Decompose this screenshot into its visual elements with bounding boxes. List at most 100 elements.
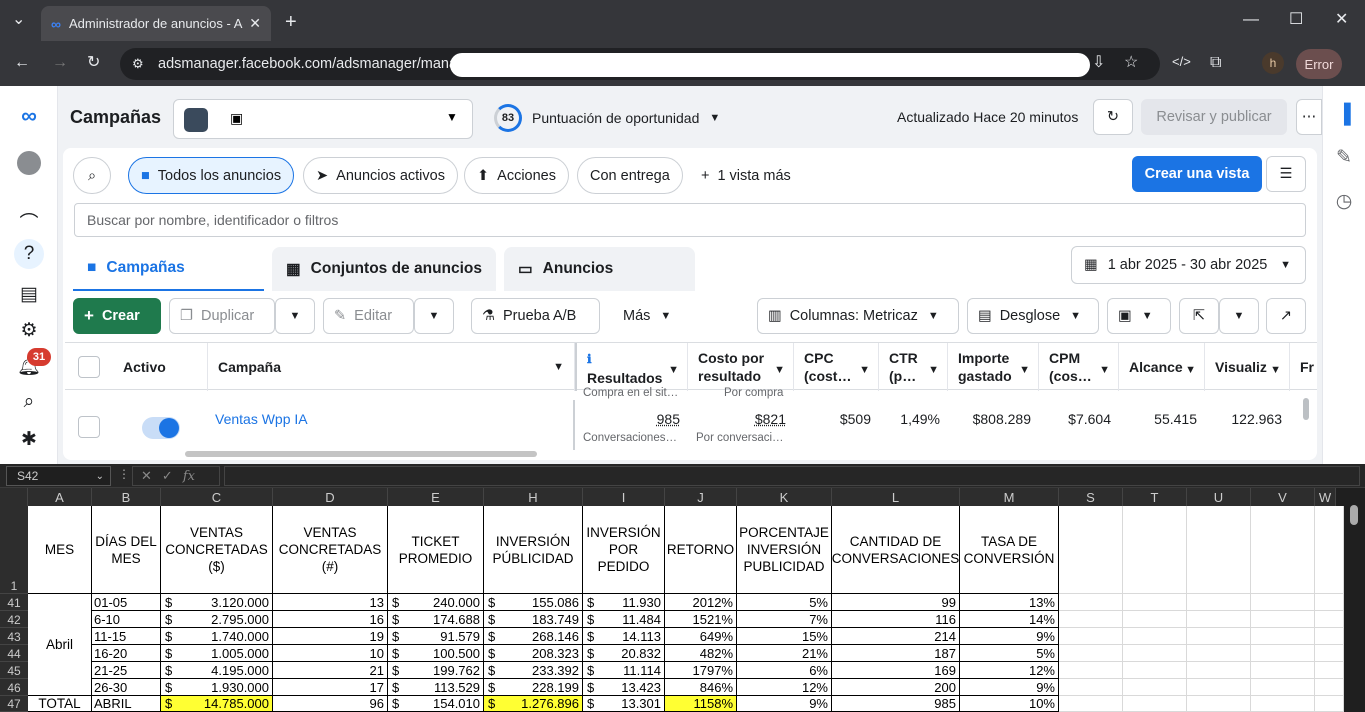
column-header[interactable]: T (1123, 488, 1187, 506)
value-cell[interactable]: $13.301 (583, 696, 665, 712)
empty-cell[interactable] (1059, 594, 1123, 611)
empty-cell[interactable] (1187, 645, 1251, 662)
column-header[interactable]: E (388, 488, 484, 506)
month-cell[interactable]: Abril (28, 594, 92, 696)
col-results[interactable]: Resultados ℹ ▼ (575, 343, 688, 391)
value-cell[interactable]: $113.529 (388, 679, 484, 696)
value-cell[interactable]: $174.688 (388, 611, 484, 628)
value-cell[interactable]: 7% (737, 611, 832, 628)
filter-all-ads[interactable]: ■ Todos los anuncios (128, 157, 295, 194)
period-cell[interactable]: 26-30 (92, 679, 161, 696)
column-header[interactable]: D (273, 488, 388, 506)
meta-logo-icon[interactable]: ∞ (14, 101, 44, 131)
value-cell[interactable]: 15% (737, 628, 832, 645)
table-vertical-scrollbar[interactable] (1303, 398, 1309, 420)
export-dropdown[interactable]: ▼ (1219, 298, 1259, 334)
empty-cell[interactable] (1187, 611, 1251, 628)
empty-cell[interactable] (1187, 594, 1251, 611)
settings-icon[interactable]: ⚙ (14, 315, 44, 345)
value-cell[interactable]: 649% (665, 628, 737, 645)
empty-cell[interactable] (1251, 696, 1315, 712)
back-icon[interactable]: ← (14, 55, 30, 71)
value-cell[interactable]: $11.484 (583, 611, 665, 628)
empty-cell[interactable] (1059, 696, 1123, 712)
value-cell[interactable]: $1.930.000 (161, 679, 273, 696)
empty-cell[interactable] (1315, 506, 1344, 594)
empty-cell[interactable] (1123, 506, 1187, 594)
header-cell[interactable]: RETORNO (665, 506, 737, 594)
close-tab-icon[interactable]: ✕ (249, 15, 261, 32)
install-icon[interactable]: ⇩ (1092, 55, 1105, 71)
empty-cell[interactable] (1059, 611, 1123, 628)
value-cell[interactable]: 200 (832, 679, 960, 696)
empty-cell[interactable] (1123, 662, 1187, 679)
more-views[interactable]: +1 vista más (688, 157, 804, 194)
empty-cell[interactable] (1251, 594, 1315, 611)
empty-cell[interactable] (1315, 594, 1344, 611)
value-cell[interactable]: 10 (273, 645, 388, 662)
col-ctr[interactable]: CTR (p… ▼ (879, 343, 948, 391)
empty-cell[interactable] (1251, 506, 1315, 594)
row-header[interactable]: 46 (0, 679, 28, 696)
maximize-icon[interactable]: ☐ (1289, 12, 1303, 28)
row-checkbox[interactable] (78, 416, 100, 438)
column-header[interactable]: B (92, 488, 161, 506)
filter-actions[interactable]: ⬆ Acciones (464, 157, 569, 194)
extensions-icon[interactable]: ⧉ (1210, 55, 1221, 71)
value-cell[interactable]: 12% (960, 662, 1059, 679)
value-cell[interactable]: $1.005.000 (161, 645, 273, 662)
value-cell[interactable]: $2.795.000 (161, 611, 273, 628)
period-cell[interactable]: 21-25 (92, 662, 161, 679)
total-label-cell[interactable]: TOTAL (28, 696, 92, 712)
chart-view-icon[interactable]: ↗ (1266, 298, 1306, 334)
period-cell[interactable]: 11-15 (92, 628, 161, 645)
empty-cell[interactable] (1123, 594, 1187, 611)
value-cell[interactable]: 13% (960, 594, 1059, 611)
value-cell[interactable]: 214 (832, 628, 960, 645)
help-icon[interactable]: ? (14, 239, 44, 269)
row-header[interactable]: 1 (0, 506, 28, 594)
value-cell[interactable]: 187 (832, 645, 960, 662)
value-cell[interactable]: $268.146 (484, 628, 583, 645)
column-header[interactable]: S (1059, 488, 1123, 506)
col-views[interactable]: Visualiz ▼ (1205, 343, 1290, 391)
value-cell[interactable]: 99 (832, 594, 960, 611)
value-cell[interactable]: $20.832 (583, 645, 665, 662)
history-clock-icon[interactable]: ◷ (1329, 186, 1359, 216)
value-cell[interactable]: 846% (665, 679, 737, 696)
value-cell[interactable]: $14.113 (583, 628, 665, 645)
header-cell[interactable]: DÍAS DEL MES (92, 506, 161, 594)
value-cell[interactable]: 10% (960, 696, 1059, 712)
value-cell[interactable]: $208.323 (484, 645, 583, 662)
col-cost-per-result[interactable]: Costo por resultado ▼ (688, 343, 794, 391)
filter-settings-icon[interactable]: ☰ (1266, 156, 1306, 192)
value-cell[interactable]: $233.392 (484, 662, 583, 679)
column-header[interactable]: C (161, 488, 273, 506)
empty-cell[interactable] (1315, 662, 1344, 679)
confirm-icon[interactable]: ✓ (162, 468, 173, 484)
empty-cell[interactable] (1315, 645, 1344, 662)
col-active[interactable]: Activo (113, 343, 208, 391)
bookmark-star-icon[interactable]: ☆ (1124, 55, 1138, 71)
column-header[interactable]: L (832, 488, 960, 506)
row-header[interactable]: 42 (0, 611, 28, 628)
row-header[interactable]: 44 (0, 645, 28, 662)
value-cell[interactable]: 17 (273, 679, 388, 696)
empty-cell[interactable] (1123, 611, 1187, 628)
more-options-icon[interactable]: ⋯ (1296, 99, 1322, 135)
empty-cell[interactable] (1123, 679, 1187, 696)
column-header[interactable]: U (1187, 488, 1251, 506)
collapse-icon[interactable]: ⌒ (14, 206, 44, 236)
create-view-button[interactable]: Crear una vista (1132, 156, 1262, 192)
refresh-button[interactable]: ↻ (1093, 99, 1133, 135)
value-cell[interactable]: 1797% (665, 662, 737, 679)
value-cell[interactable]: 482% (665, 645, 737, 662)
forward-icon[interactable]: → (52, 55, 68, 71)
empty-cell[interactable] (1059, 628, 1123, 645)
period-cell[interactable]: 01-05 (92, 594, 161, 611)
column-header[interactable]: A (28, 488, 92, 506)
empty-cell[interactable] (1251, 645, 1315, 662)
empty-cell[interactable] (1315, 696, 1344, 712)
col-frequency[interactable]: Fr (1290, 343, 1317, 391)
row-header[interactable]: 41 (0, 594, 28, 611)
